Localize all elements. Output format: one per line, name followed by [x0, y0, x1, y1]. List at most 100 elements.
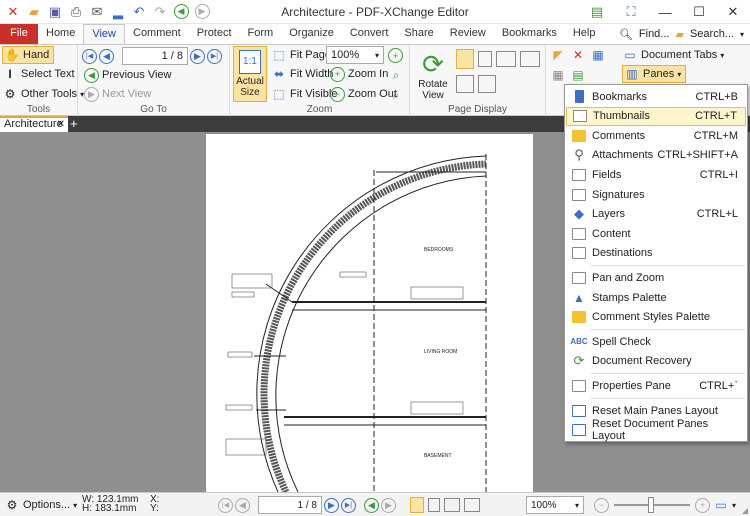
last-page-icon[interactable]: ▶|: [341, 497, 356, 513]
menu-item-stamps-palette[interactable]: ▲ Stamps Palette: [566, 288, 746, 307]
tab-review[interactable]: Review: [442, 24, 494, 44]
find-icon[interactable]: 🔍︎: [619, 28, 633, 41]
save-icon[interactable]: ▣: [46, 4, 64, 20]
undo-icon[interactable]: ↶: [130, 4, 148, 20]
zoom-level-select[interactable]: 100% ▾: [326, 46, 384, 64]
document-tab[interactable]: Architecture ✕: [0, 116, 68, 132]
tab-home[interactable]: Home: [38, 24, 83, 44]
fit-width-button[interactable]: ⬌ Fit Width: [271, 65, 333, 83]
first-page-icon[interactable]: |◀: [218, 497, 233, 513]
tab-view[interactable]: View: [83, 24, 125, 44]
maximize-button[interactable]: ☐: [682, 0, 716, 24]
facing-continuous-icon[interactable]: [464, 498, 480, 512]
menu-item-comment-styles-palette[interactable]: Comment Styles Palette: [566, 308, 746, 327]
minimize-button[interactable]: —: [648, 0, 682, 24]
next-view-icon[interactable]: ▶: [381, 497, 396, 513]
split-icon[interactable]: [478, 75, 496, 93]
menu-item-pan-and-zoom[interactable]: Pan and Zoom: [566, 268, 746, 287]
open-icon[interactable]: ▰: [25, 4, 43, 20]
chevron-down-icon[interactable]: ▾: [732, 501, 736, 510]
previous-page-icon[interactable]: ◀: [99, 48, 114, 64]
tab-share[interactable]: Share: [396, 24, 441, 44]
email-icon[interactable]: ✉: [88, 4, 106, 20]
menu-item-signatures[interactable]: Signatures: [566, 185, 746, 204]
close-icon[interactable]: ✕: [57, 118, 65, 131]
redo-icon[interactable]: ↷: [151, 4, 169, 20]
fit-visible-button[interactable]: ⬚ Fit Visible: [271, 85, 337, 103]
grid-icon[interactable]: ▦: [550, 67, 566, 83]
status-zoom-select[interactable]: 100% ▾: [526, 496, 584, 514]
menu-item-spell-check[interactable]: ABC Spell Check: [566, 332, 746, 351]
loupe-icon[interactable]: ⌕: [388, 87, 404, 103]
magnifier-icon[interactable]: ⌕: [388, 67, 404, 83]
zoom-in-icon[interactable]: +: [695, 497, 710, 513]
first-page-icon[interactable]: |◀: [82, 48, 97, 64]
tab-protect[interactable]: Protect: [189, 24, 240, 44]
options-button[interactable]: ⚙ Options... ▾: [4, 496, 77, 514]
other-tools-button[interactable]: ⚙ Other Tools ▾: [2, 85, 84, 103]
tab-help[interactable]: Help: [565, 24, 604, 44]
zoom-slider[interactable]: [614, 497, 690, 513]
menu-item-layers[interactable]: ◆ Layers CTRL+L: [566, 205, 746, 224]
menu-item-comments[interactable]: Comments CTRL+M: [566, 126, 746, 145]
forward-icon[interactable]: ▶: [193, 4, 211, 20]
chevron-down-icon[interactable]: ▾: [740, 30, 744, 39]
tab-organize[interactable]: Organize: [281, 24, 342, 44]
menu-item-bookmarks[interactable]: Bookmarks CTRL+B: [566, 87, 746, 106]
zoom-out-button[interactable]: − Zoom Out: [330, 85, 397, 103]
rotate-view-button[interactable]: ⟳ Rotate View: [414, 49, 452, 101]
new-tab-icon[interactable]: +: [70, 116, 78, 132]
cover-icon[interactable]: [456, 75, 474, 93]
facing-icon[interactable]: [496, 51, 516, 67]
close-panes-icon[interactable]: ✕: [570, 47, 586, 63]
next-page-icon[interactable]: ▶: [190, 48, 205, 64]
panes-button[interactable]: ▥ Panes ▾: [622, 65, 687, 83]
tab-bookmarks[interactable]: Bookmarks: [494, 24, 565, 44]
menu-item-thumbnails[interactable]: Thumbnails CTRL+T: [566, 106, 746, 126]
next-page-icon[interactable]: ▶: [324, 497, 339, 513]
zoom-in-small-icon[interactable]: +: [388, 48, 403, 63]
back-icon[interactable]: ◀: [172, 4, 190, 20]
hand-button[interactable]: ✋ Hand: [2, 46, 55, 64]
fit-page-button[interactable]: ⬚ Fit Page: [271, 46, 331, 64]
menu-item-attachments[interactable]: ⚲ Attachments CTRL+SHIFT+A: [566, 146, 746, 165]
print-icon[interactable]: ⎙: [67, 4, 85, 20]
status-page-field[interactable]: 1 / 8: [258, 496, 322, 514]
zoom-out-icon[interactable]: −: [594, 497, 609, 513]
menu-item-reset-document-panes-layout[interactable]: Reset Document Panes Layout: [566, 418, 746, 442]
actual-size-button[interactable]: 1:1 Actual Size: [233, 46, 267, 102]
previous-view-icon[interactable]: ◀: [364, 497, 379, 513]
corner-icon[interactable]: ◤: [550, 47, 566, 63]
select-text-button[interactable]: I Select Text: [2, 65, 74, 83]
facing-icon[interactable]: [444, 498, 460, 512]
close-button[interactable]: ✕: [716, 0, 750, 24]
menu-item-document-recovery[interactable]: ⟳ Document Recovery: [566, 352, 746, 371]
tab-comment[interactable]: Comment: [125, 24, 189, 44]
menu-item-content[interactable]: Content: [566, 224, 746, 243]
menu-item-destinations[interactable]: Destinations: [566, 244, 746, 263]
tab-file[interactable]: File: [0, 24, 38, 44]
customize-icon[interactable]: ▤: [580, 0, 614, 24]
menu-item-fields[interactable]: Fields CTRL+I: [566, 165, 746, 184]
next-view-button[interactable]: ▶ Next View: [84, 85, 151, 103]
search-button[interactable]: Search...: [690, 28, 734, 40]
menu-item-properties-pane[interactable]: Properties Pane CTRL+`: [566, 376, 746, 395]
document-tabs-button[interactable]: ▭ Document Tabs ▾: [622, 46, 724, 64]
continuous-icon[interactable]: [428, 498, 440, 512]
zoom-in-button[interactable]: + Zoom In: [330, 65, 388, 83]
app-icon[interactable]: ✕: [4, 4, 22, 20]
facing-continuous-icon[interactable]: [520, 51, 540, 67]
page-number-field[interactable]: 1 / 8: [122, 47, 188, 65]
previous-page-icon[interactable]: ◀: [235, 497, 250, 513]
fullscreen-icon[interactable]: ⛶: [614, 0, 648, 24]
single-page-icon[interactable]: [410, 497, 424, 513]
continuous-icon[interactable]: [478, 51, 492, 67]
tab-form[interactable]: Form: [240, 24, 282, 44]
document-page[interactable]: BEDROOMS LIVING ROOM BASEMENT: [206, 134, 533, 494]
find-button[interactable]: Find...: [639, 28, 670, 40]
zoom-slider-thumb[interactable]: [648, 497, 654, 513]
last-page-icon[interactable]: ▶|: [207, 48, 222, 64]
previous-view-button[interactable]: ◀ Previous View: [84, 66, 172, 84]
search-icon[interactable]: ▰: [675, 28, 683, 41]
resize-grip-icon[interactable]: ◢: [742, 506, 748, 515]
